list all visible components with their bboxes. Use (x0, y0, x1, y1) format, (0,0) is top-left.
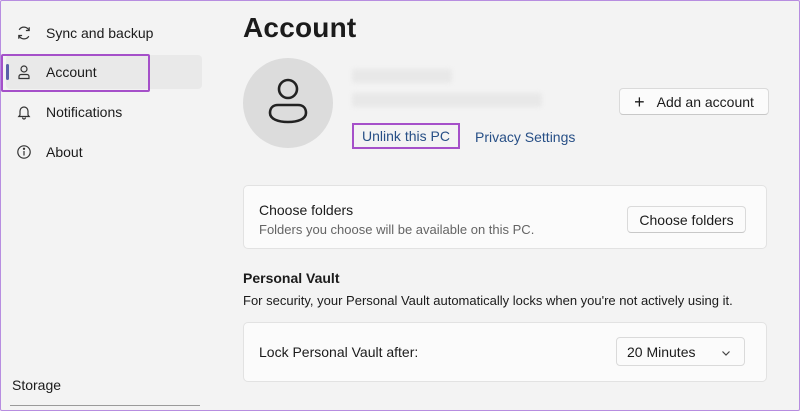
redacted-account-name (352, 69, 452, 83)
sidebar: Sync and backup Account Notifications Ab… (0, 0, 210, 411)
lock-vault-value: 20 Minutes (627, 343, 696, 360)
person-icon (266, 77, 310, 130)
bell-icon (14, 102, 34, 122)
choose-folders-button[interactable]: Choose folders (627, 206, 746, 233)
unlink-label: Unlink this PC (362, 128, 450, 144)
sidebar-item-label: Sync and backup (46, 25, 154, 41)
plus-icon: + (634, 91, 645, 112)
chevron-down-icon (720, 346, 732, 358)
sidebar-item-account[interactable]: Account (6, 55, 202, 89)
sidebar-item-label: Account (46, 64, 97, 80)
storage-label: Storage (12, 377, 62, 393)
lock-vault-label: Lock Personal Vault after: (259, 344, 419, 360)
avatar (243, 58, 333, 148)
lock-vault-dropdown[interactable]: 20 Minutes (616, 337, 745, 366)
sidebar-item-label: Notifications (46, 104, 123, 120)
sidebar-item-about[interactable]: About (6, 135, 202, 169)
add-account-button[interactable]: + Add an account (619, 88, 769, 115)
sidebar-item-notifications[interactable]: Notifications (6, 95, 202, 129)
personal-vault-description: For security, your Personal Vault automa… (243, 293, 733, 308)
info-icon (14, 142, 34, 162)
sync-icon (14, 23, 34, 43)
redacted-account-email (352, 93, 542, 107)
page-title: Account (243, 12, 357, 43)
privacy-settings-link[interactable]: Privacy Settings (475, 129, 575, 145)
active-indicator (6, 64, 9, 80)
sidebar-item-label: About (46, 144, 83, 160)
unlink-pc-link[interactable]: Unlink this PC (352, 123, 460, 149)
storage-divider (10, 405, 200, 406)
choose-folders-subtitle: Folders you choose will be available on … (259, 222, 535, 237)
person-icon (14, 62, 34, 82)
choose-folders-title: Choose folders (259, 202, 354, 218)
add-account-label: Add an account (656, 93, 754, 110)
sidebar-item-sync-and-backup[interactable]: Sync and backup (6, 16, 202, 50)
personal-vault-heading: Personal Vault (243, 270, 340, 286)
